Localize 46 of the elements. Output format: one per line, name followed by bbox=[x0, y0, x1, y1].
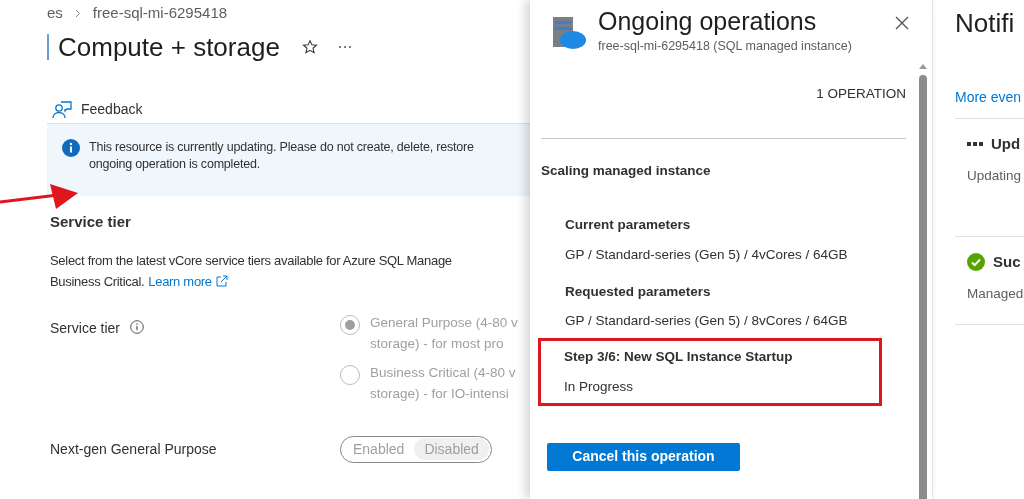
info-icon bbox=[130, 319, 145, 334]
notification-text: Managed bbox=[967, 284, 1024, 303]
section-heading: Service tier bbox=[50, 212, 132, 232]
banner-text: This resource is currently updating. Please do not create, delete, restore bbox=[89, 139, 474, 156]
banner-text: ongoing operation is completed. bbox=[89, 156, 261, 173]
more-options-icon[interactable] bbox=[337, 45, 352, 49]
breadcrumb-link[interactable]: free-sql-mi-6295418 bbox=[92, 1, 228, 25]
notification-title: Upd bbox=[991, 134, 1021, 154]
field-label: Next-gen General Purpose bbox=[50, 439, 218, 459]
panel-subtitle: free-sql-mi-6295418 (SQL managed instance) bbox=[598, 38, 853, 55]
option-label: storage) - for most pro bbox=[370, 334, 505, 353]
description-text: Select from the latest vCore service tiers available for Azure SQL Manage bbox=[50, 251, 453, 270]
page-title: Compute + storage bbox=[58, 30, 280, 64]
scroll-up-icon[interactable] bbox=[919, 63, 927, 69]
star-icon[interactable] bbox=[301, 39, 318, 55]
toggle-option[interactable]: Enabled bbox=[343, 438, 415, 460]
chevron-right-icon bbox=[74, 8, 81, 18]
field-label: Service tier bbox=[50, 318, 121, 338]
close-icon[interactable] bbox=[894, 15, 910, 31]
section-heading: Current parameters bbox=[565, 216, 692, 235]
external-link-icon[interactable] bbox=[215, 275, 228, 287]
section-value: GP / Standard-series (Gen 5) / 4vCores / 64GB bbox=[565, 245, 849, 264]
feedback-icon bbox=[52, 100, 72, 119]
operation-count: 1 OPERATION bbox=[816, 84, 906, 103]
scrollbar-thumb[interactable] bbox=[919, 74, 927, 499]
more-events-link[interactable]: More even bbox=[955, 87, 1024, 108]
section-value: In Progress bbox=[564, 377, 635, 396]
breadcrumb-link[interactable]: es bbox=[47, 1, 63, 25]
option-label: storage) - for IO-intensi bbox=[370, 384, 510, 403]
panel-title: Ongoing operations bbox=[598, 6, 818, 37]
learn-more-link[interactable]: Learn more bbox=[148, 270, 212, 292]
info-icon bbox=[62, 139, 80, 157]
description-text: Business Critical. bbox=[50, 272, 145, 291]
option-label: Business Critical (4-80 v bbox=[370, 363, 516, 382]
section-heading: Requested parameters bbox=[565, 282, 712, 301]
notification-text: Updating bbox=[967, 166, 1023, 185]
option-label: General Purpose (4-80 v bbox=[370, 313, 518, 332]
progress-dots-icon bbox=[967, 142, 983, 147]
notification-title: Suc bbox=[993, 252, 1021, 272]
success-check-icon bbox=[967, 253, 985, 272]
notifications-title: Notifi bbox=[955, 7, 1016, 40]
feedback-button[interactable]: Feedback bbox=[52, 99, 143, 120]
section-heading: Step 3/6: New SQL Instance Startup bbox=[564, 348, 794, 367]
cancel-operation-button[interactable]: Cancel this operation bbox=[547, 442, 740, 471]
section-value: GP / Standard-series (Gen 5) / 8vCores / 64GB bbox=[565, 312, 849, 330]
operation-title: Scaling managed instance bbox=[541, 162, 712, 180]
